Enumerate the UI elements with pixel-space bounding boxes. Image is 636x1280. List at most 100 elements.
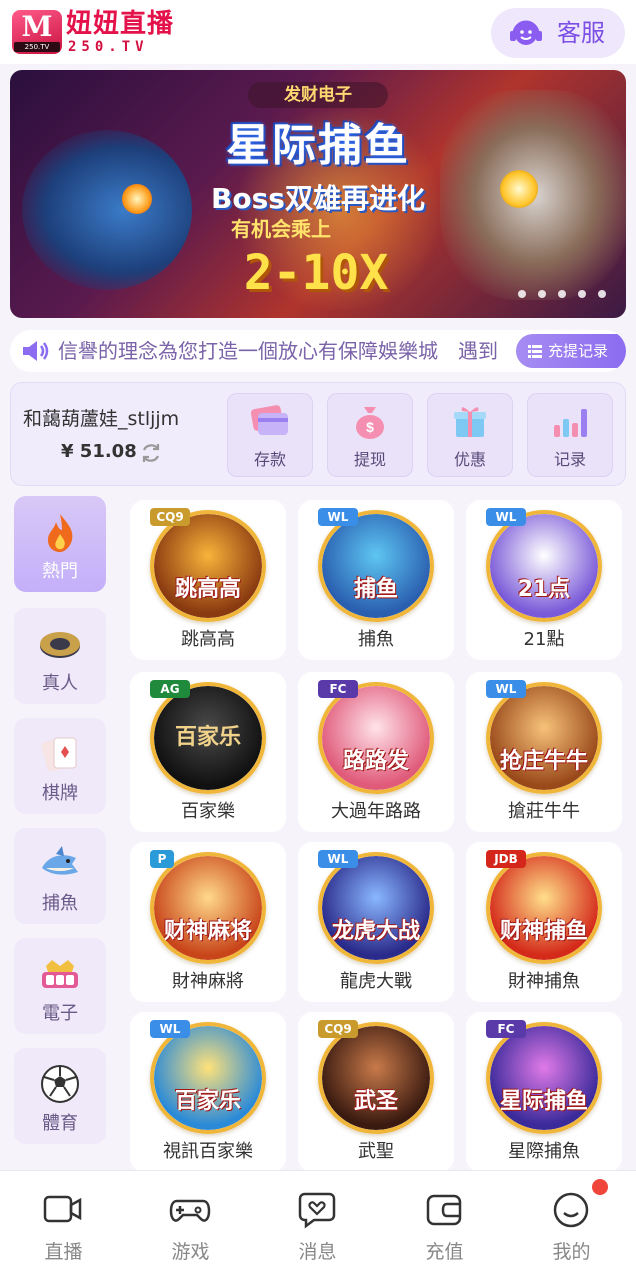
category-sports[interactable]: 體育 bbox=[14, 1048, 106, 1144]
game-card[interactable]: 财神麻将 P 財神麻將 bbox=[130, 842, 286, 1002]
money-bag-icon: $ bbox=[356, 407, 384, 439]
provider-badge: WL bbox=[150, 1020, 190, 1038]
game-card[interactable]: 百家乐 AG 百家樂 bbox=[130, 672, 286, 832]
promo-banner[interactable]: 发财电子 星际捕鱼 Boss双雄再进化 有机会乘上 2-10X bbox=[10, 70, 626, 318]
game-name: 百家樂 bbox=[181, 801, 235, 822]
game-name: 星際捕魚 bbox=[508, 1141, 580, 1162]
banner-dot[interactable] bbox=[558, 290, 566, 298]
banner-dot[interactable] bbox=[598, 290, 606, 298]
game-card[interactable]: 财神捕鱼 JDB 財神捕魚 bbox=[466, 842, 622, 1002]
deposit-button[interactable]: 存款 bbox=[227, 393, 313, 477]
record-button-label: 充提记录 bbox=[548, 342, 609, 360]
logo-mark: M 250.TV bbox=[12, 10, 62, 54]
smiley-profile-icon bbox=[553, 1192, 589, 1228]
provider-badge: FC bbox=[486, 1020, 526, 1038]
provider-badge: P bbox=[150, 850, 174, 868]
provider-badge: FC bbox=[318, 680, 358, 698]
gamepad-icon bbox=[169, 1199, 211, 1222]
game-thumbnail: 跳高高 bbox=[150, 510, 266, 622]
notification-dot bbox=[592, 1179, 608, 1195]
nav-label: 游戏 bbox=[171, 1241, 210, 1263]
nav-games[interactable]: 游戏 bbox=[127, 1171, 254, 1280]
records-button[interactable]: 记录 bbox=[527, 393, 613, 477]
banner-dot[interactable] bbox=[538, 290, 546, 298]
game-name: 大過年路路 bbox=[331, 801, 421, 822]
game-card[interactable]: 21点 WL 21點 bbox=[466, 500, 622, 660]
provider-badge: CQ9 bbox=[318, 1020, 358, 1038]
game-name: 視訊百家樂 bbox=[163, 1141, 253, 1162]
announcement-marquee[interactable]: 信譽的理念為您打造一個放心有保障娛樂城 遇到 充提记录 bbox=[10, 330, 626, 372]
app-logo[interactable]: M 250.TV 妞妞直播 250.TV bbox=[12, 10, 192, 56]
category-slots[interactable]: 電子 bbox=[14, 938, 106, 1034]
category-cards[interactable]: 棋牌 bbox=[14, 718, 106, 814]
game-name: 搶莊牛牛 bbox=[508, 801, 580, 822]
category-label: 體育 bbox=[42, 1113, 78, 1134]
provider-badge: JDB bbox=[486, 850, 526, 868]
game-card[interactable]: 百家乐 WL 視訊百家樂 bbox=[130, 1012, 286, 1172]
banner-dot[interactable] bbox=[518, 290, 526, 298]
username: 和藹葫蘆娃_stljjm bbox=[23, 408, 180, 430]
banner-robot-left bbox=[22, 130, 192, 290]
banner-dot[interactable] bbox=[578, 290, 586, 298]
customer-service-button[interactable]: 客服 bbox=[491, 8, 625, 58]
records-label: 记录 bbox=[553, 450, 586, 469]
provider-badge: WL bbox=[318, 850, 358, 868]
banner-pagination bbox=[518, 290, 608, 300]
game-card[interactable]: 捕鱼 WL 捕魚 bbox=[298, 500, 454, 660]
game-name: 跳高高 bbox=[181, 629, 235, 650]
banner-brand: 发财电子 bbox=[248, 82, 388, 108]
refresh-icon[interactable] bbox=[139, 441, 163, 465]
gift-icon bbox=[454, 407, 486, 437]
game-art-text: 百家乐 bbox=[174, 725, 241, 750]
nav-profile[interactable]: 我的 bbox=[508, 1171, 635, 1280]
logo-domain: 250.TV bbox=[68, 39, 149, 55]
category-label: 捕魚 bbox=[42, 893, 78, 914]
game-thumbnail: 百家乐 bbox=[150, 1022, 266, 1134]
deposit-withdraw-record-button[interactable]: 充提记录 bbox=[516, 334, 626, 368]
game-art-text: 龙虎大战 bbox=[331, 919, 420, 944]
game-card[interactable]: 抢庄牛牛 WL 搶莊牛牛 bbox=[466, 672, 622, 832]
game-art-text: 武圣 bbox=[353, 1089, 398, 1114]
category-label: 電子 bbox=[42, 1003, 78, 1024]
category-fishing[interactable]: 捕魚 bbox=[14, 828, 106, 924]
provider-badge: WL bbox=[486, 508, 526, 526]
svg-text:$: $ bbox=[366, 419, 374, 435]
bottom-navigation: 直播 游戏 消息 充值 我的 bbox=[0, 1170, 636, 1280]
game-art-text: 21点 bbox=[517, 577, 571, 602]
nav-label: 直播 bbox=[44, 1241, 83, 1263]
game-art-text: 路路发 bbox=[342, 749, 409, 774]
category-hot[interactable]: 熱門 bbox=[14, 496, 106, 592]
headset-smiley-icon bbox=[510, 20, 542, 45]
game-card[interactable]: 跳高高 CQ9 跳高高 bbox=[130, 500, 286, 660]
nav-live[interactable]: 直播 bbox=[0, 1171, 127, 1280]
speaker-icon bbox=[23, 341, 49, 361]
bank-card-icon bbox=[250, 405, 288, 435]
provider-badge: CQ9 bbox=[150, 508, 190, 526]
playing-cards-icon bbox=[41, 737, 77, 772]
chat-heart-icon bbox=[298, 1192, 336, 1229]
shark-icon bbox=[42, 846, 78, 875]
game-art-text: 星际捕鱼 bbox=[499, 1089, 588, 1114]
game-card[interactable]: 路路发 FC 大過年路路 bbox=[298, 672, 454, 832]
game-art-text: 财神麻将 bbox=[163, 919, 252, 944]
customer-service-label: 客服 bbox=[557, 19, 605, 47]
game-card[interactable]: 龙虎大战 WL 龍虎大戰 bbox=[298, 842, 454, 1002]
marquee-text: 信譽的理念為您打造一個放心有保障娛樂城 遇到 bbox=[58, 339, 498, 363]
game-thumbnail: 财神捕鱼 bbox=[486, 852, 602, 964]
nav-messages[interactable]: 消息 bbox=[254, 1171, 381, 1280]
game-thumbnail: 捕鱼 bbox=[318, 510, 434, 622]
game-thumbnail: 星际捕鱼 bbox=[486, 1022, 602, 1134]
nav-recharge[interactable]: 充值 bbox=[381, 1171, 508, 1280]
poker-chip-icon bbox=[40, 632, 80, 658]
withdraw-label: 提现 bbox=[353, 450, 386, 469]
wallet-icon bbox=[426, 1194, 462, 1226]
game-art-text: 抢庄牛牛 bbox=[499, 749, 588, 774]
withdraw-button[interactable]: $ 提现 bbox=[327, 393, 413, 477]
banner-line1: Boss双雄再进化 bbox=[211, 182, 425, 215]
category-label: 真人 bbox=[42, 673, 78, 694]
user-wallet-panel: 和藹葫蘆娃_stljjm ¥ 51.08 存款 $ 提现 优惠 记录 bbox=[10, 382, 626, 486]
game-card[interactable]: 星际捕鱼 FC 星際捕魚 bbox=[466, 1012, 622, 1172]
game-card[interactable]: 武圣 CQ9 武聖 bbox=[298, 1012, 454, 1172]
promotion-button[interactable]: 优惠 bbox=[427, 393, 513, 477]
category-live[interactable]: 真人 bbox=[14, 608, 106, 704]
